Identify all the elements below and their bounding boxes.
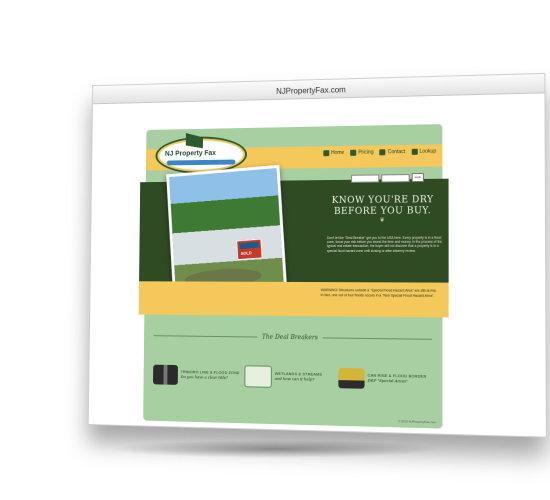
deal-card[interactable]: CAN RISE & FLOOD BORDER DEP "Special Are… (338, 349, 432, 410)
warning-text: WARNING! Structures outside a "Special F… (321, 288, 439, 298)
binoculars-icon (153, 365, 178, 385)
login-form: login (351, 173, 424, 183)
deal-card-text: TRIBORO LINE & FLOOD ZONE Do you have a … (181, 370, 240, 381)
login-button[interactable]: login (412, 173, 424, 182)
nav-home[interactable]: Home (323, 150, 344, 156)
search-icon (411, 149, 417, 155)
nav-lookup[interactable]: Lookup (411, 148, 436, 154)
sold-sign-panel (239, 242, 259, 249)
floor-shadow (110, 440, 440, 458)
hero-headline: KNOW YOU'RE DRY BEFORE YOU BUY. ❦ (317, 195, 449, 224)
mail-icon (380, 149, 386, 155)
page-viewport[interactable]: NJ Property Fax Home Pricing Contact Loo… (89, 93, 546, 436)
flag-icon (186, 133, 203, 149)
deal-card-text: WETLANDS & STREAMS and how can it help? (275, 372, 322, 383)
sold-sign: SOLD (236, 239, 262, 261)
map-icon (244, 365, 272, 388)
password-input[interactable] (381, 174, 409, 182)
stage: NJPropertyFax.com NJ Property Fax Home P… (0, 0, 550, 500)
browser-window: NJPropertyFax.com NJ Property Fax Home P… (88, 73, 547, 438)
wave-icon (167, 160, 236, 166)
home-icon (323, 150, 329, 156)
nav-contact-label: Contact (388, 149, 405, 155)
tag-icon (350, 150, 356, 156)
headline-line1: KNOW YOU'RE DRY (317, 195, 448, 206)
nav-home-label: Home (331, 150, 344, 156)
deal-card[interactable]: WETLANDS & STREAMS and how can it help? (244, 347, 335, 407)
nav-lookup-label: Lookup (419, 148, 436, 154)
headline-line2: BEFORE YOU BUY. (317, 206, 448, 217)
username-input[interactable] (351, 174, 379, 182)
warning-band: WARNING! Structures outside a "Special F… (139, 281, 449, 317)
nav-pricing[interactable]: Pricing (350, 149, 373, 155)
deal-breakers-cards: TRIBORO LINE & FLOOD ZONE Do you have a … (153, 346, 432, 410)
wheelbarrow-icon (338, 368, 364, 389)
logo-text: NJ Property Fax (165, 150, 216, 158)
deal-card-subtitle: and how can it help? (275, 377, 322, 383)
deal-card-text: CAN RISE & FLOOD BORDER DEP "Special Are… (368, 374, 427, 385)
nav-pricing-label: Pricing (358, 149, 373, 155)
deal-card[interactable]: TRIBORO LINE & FLOOD ZONE Do you have a … (153, 346, 242, 405)
hero-paragraph: Don't let the "Deal Breaker" get you to … (327, 236, 445, 253)
nav-contact[interactable]: Contact (380, 149, 406, 155)
footer-text: © 2015 NJPropertyFax.com (398, 419, 436, 424)
sold-sign-text: SOLD (241, 250, 252, 256)
window-title: NJPropertyFax.com (276, 85, 346, 96)
ornament-divider: ❦ (317, 216, 449, 224)
website: NJ Property Fax Home Pricing Contact Loo… (143, 124, 442, 428)
